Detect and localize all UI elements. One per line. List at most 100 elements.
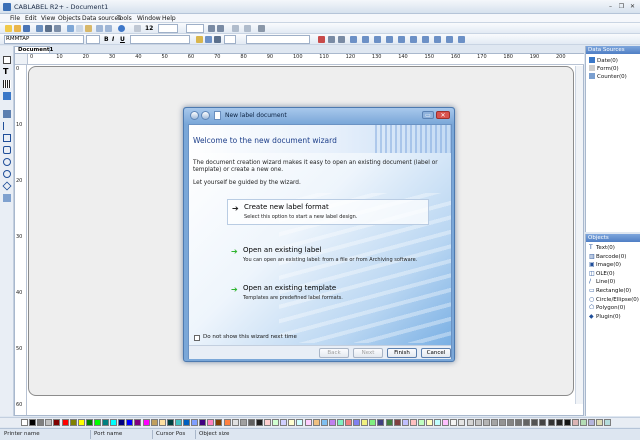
vertical-scrollbar[interactable] bbox=[575, 66, 583, 404]
color-swatch[interactable] bbox=[280, 419, 288, 426]
color-swatch[interactable] bbox=[272, 419, 280, 426]
object-item[interactable]: ▭Rectangle(0) bbox=[589, 287, 631, 294]
color-swatch[interactable] bbox=[498, 419, 506, 426]
color-swatch[interactable] bbox=[417, 419, 425, 426]
color-swatch[interactable] bbox=[93, 419, 101, 426]
color-swatch[interactable] bbox=[255, 419, 263, 426]
color-swatch[interactable] bbox=[69, 419, 77, 426]
color-swatch[interactable] bbox=[134, 419, 142, 426]
close-button[interactable]: ✕ bbox=[628, 2, 637, 11]
object-item[interactable]: ○ Circle/Ellipse(0) bbox=[589, 296, 639, 303]
zoom-in-icon[interactable] bbox=[208, 25, 215, 32]
data-source-item[interactable]: Date(0) bbox=[589, 57, 618, 64]
align-middle-icon[interactable] bbox=[398, 36, 405, 43]
zoom-level-combo[interactable] bbox=[186, 24, 204, 33]
color-swatch[interactable] bbox=[215, 419, 223, 426]
color-swatch[interactable] bbox=[296, 419, 304, 426]
color-swatch[interactable] bbox=[393, 419, 401, 426]
color-swatch[interactable] bbox=[385, 419, 393, 426]
color-swatch[interactable] bbox=[21, 419, 28, 426]
color-swatch[interactable] bbox=[531, 419, 539, 426]
menu-tools[interactable]: Tools bbox=[117, 15, 132, 22]
same-width-icon[interactable] bbox=[446, 36, 453, 43]
distribute-v-icon[interactable] bbox=[434, 36, 441, 43]
brush-icon[interactable] bbox=[205, 36, 212, 43]
color-swatch[interactable] bbox=[507, 419, 514, 426]
color-swatch[interactable] bbox=[264, 419, 271, 426]
color-swatch[interactable] bbox=[312, 419, 320, 426]
finish-button[interactable]: Finish bbox=[387, 348, 417, 358]
color-swatch[interactable] bbox=[515, 419, 523, 426]
color-swatch[interactable] bbox=[588, 419, 595, 426]
color-swatch[interactable] bbox=[191, 419, 199, 426]
option-open-existing-template[interactable]: ➔ Open an existing template Templates ar… bbox=[227, 281, 429, 307]
color-swatch[interactable] bbox=[426, 419, 433, 426]
color-swatch[interactable] bbox=[579, 419, 587, 426]
color-swatch[interactable] bbox=[158, 419, 166, 426]
font-size-combo[interactable] bbox=[86, 35, 100, 44]
color-swatch[interactable] bbox=[207, 419, 215, 426]
object-item[interactable]: T Text(0) bbox=[589, 244, 615, 251]
cut-icon[interactable] bbox=[67, 25, 74, 32]
back-nav-icon[interactable] bbox=[190, 111, 199, 120]
copy-icon[interactable] bbox=[76, 25, 83, 32]
style-combo[interactable] bbox=[130, 35, 190, 44]
print-icon[interactable] bbox=[45, 25, 52, 32]
color-swatch[interactable] bbox=[450, 419, 458, 426]
pencil-icon[interactable] bbox=[196, 36, 203, 43]
align-bottom-icon[interactable] bbox=[410, 36, 417, 43]
menu-objects[interactable]: Objects bbox=[58, 15, 81, 22]
color-swatch[interactable] bbox=[45, 419, 53, 426]
color-swatch[interactable] bbox=[361, 419, 369, 426]
color-swatch[interactable] bbox=[174, 419, 182, 426]
menu-edit[interactable]: Edit bbox=[25, 15, 37, 22]
minimize-button[interactable]: – bbox=[606, 2, 615, 11]
back-button[interactable]: Back bbox=[319, 348, 349, 358]
align-top-icon[interactable] bbox=[386, 36, 393, 43]
align-left-icon[interactable] bbox=[350, 36, 357, 43]
distribute-h-icon[interactable] bbox=[422, 36, 429, 43]
color-swatch[interactable] bbox=[118, 419, 126, 426]
color-swatch[interactable] bbox=[102, 419, 109, 426]
zoom-combo[interactable] bbox=[158, 24, 178, 33]
color-swatch[interactable] bbox=[474, 419, 482, 426]
color-swatch[interactable] bbox=[223, 419, 231, 426]
object-item[interactable]: ▥Barcode(0) bbox=[589, 253, 626, 260]
same-height-icon[interactable] bbox=[458, 36, 465, 43]
layout-icon[interactable] bbox=[232, 25, 239, 32]
ole-tool-icon[interactable] bbox=[3, 110, 11, 118]
object-item[interactable]: ⬠ Polygon(0) bbox=[589, 304, 625, 311]
grid-icon[interactable] bbox=[134, 25, 141, 32]
color-swatch[interactable] bbox=[369, 419, 377, 426]
forward-nav-icon[interactable] bbox=[201, 111, 210, 120]
underline-button[interactable]: U bbox=[120, 36, 125, 43]
color-swatch[interactable] bbox=[434, 419, 442, 426]
dialog-close-button[interactable]: ✕ bbox=[436, 111, 450, 119]
color-swatch[interactable] bbox=[320, 419, 328, 426]
object-item[interactable]: ∕ Line(0) bbox=[589, 278, 615, 285]
select-tool-icon[interactable] bbox=[3, 56, 11, 64]
data-source-item[interactable]: Form(0) bbox=[589, 65, 619, 72]
color-swatch[interactable] bbox=[482, 419, 490, 426]
color-swatch[interactable] bbox=[288, 419, 296, 426]
printer-setup-icon[interactable] bbox=[54, 25, 61, 32]
open-icon[interactable] bbox=[14, 25, 21, 32]
color-swatch[interactable] bbox=[547, 419, 555, 426]
color-swatch[interactable] bbox=[596, 419, 604, 426]
barcode-tool-icon[interactable] bbox=[3, 80, 11, 88]
color-swatch[interactable] bbox=[563, 419, 571, 426]
menu-help[interactable]: Help bbox=[162, 15, 176, 22]
circle-tool-icon[interactable] bbox=[3, 170, 11, 178]
undo-icon[interactable] bbox=[96, 25, 103, 32]
fill-icon[interactable] bbox=[214, 36, 221, 43]
save-icon[interactable] bbox=[23, 25, 30, 32]
mirror-icon[interactable] bbox=[338, 36, 345, 43]
zoom-out-icon[interactable] bbox=[217, 25, 224, 32]
color-swatch[interactable] bbox=[110, 419, 118, 426]
menu-data-sources[interactable]: Data sources bbox=[82, 15, 121, 22]
delete-icon[interactable] bbox=[318, 36, 325, 43]
bold-button[interactable]: B bbox=[104, 36, 109, 43]
image-tool-icon[interactable] bbox=[3, 92, 11, 100]
color-swatch[interactable] bbox=[539, 419, 547, 426]
rounded-rect-tool-icon[interactable] bbox=[3, 146, 11, 154]
